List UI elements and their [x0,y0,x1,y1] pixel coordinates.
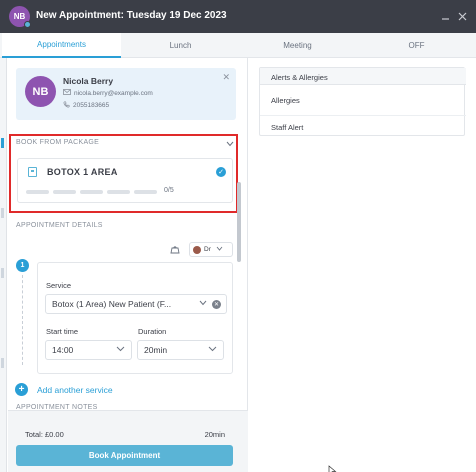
mail-icon [63,89,71,97]
chevron-down-icon [116,345,125,354]
chevron-down-icon [199,299,207,308]
package-card[interactable]: BOTOX 1 AREA ✓ 0/5 [17,158,233,203]
status-dot [24,21,31,28]
total-duration: 20min [204,430,225,439]
add-service-label: Add another service [37,384,113,395]
package-usage-count: 0/5 [164,187,174,194]
client-avatar-small: NB [9,6,31,28]
chevron-down-icon [208,345,217,354]
tab-bar: Appointments Lunch Meeting OFF [0,33,476,58]
chevron-down-icon [216,246,223,253]
alerts-title: Alerts & Allergies [271,73,328,82]
new-appointment-window: NB New Appointment: Tuesday 19 Dec 2023 … [0,0,476,472]
add-another-service-button[interactable]: + Add another service [15,383,113,396]
duration-value: 20min [144,345,168,355]
book-appointment-button[interactable]: Book Appointment [16,445,233,466]
form-scrollbar[interactable] [237,182,241,262]
client-phone-row: 2055183665 [63,101,109,110]
total-price: Total: £0.00 [25,430,64,439]
tab-off[interactable]: OFF [357,33,476,58]
alerts-item-allergies[interactable]: Allergies [271,96,300,105]
left-edge-strip [0,58,7,472]
minimize-icon[interactable] [439,10,451,22]
staff-select[interactable]: Dr [189,242,233,257]
client-email: nicola.berry@example.com [74,89,153,97]
edge-marker [1,358,4,368]
duration-label: Duration [138,327,167,336]
alerts-card: Alerts & Allergies Allergies Staff Alert [259,67,466,136]
service-block: Service Botox (1 Area) New Patient (F...… [37,262,233,374]
client-avatar: NB [25,76,56,107]
tab-appointments[interactable]: Appointments [2,33,121,58]
tab-lunch[interactable]: Lunch [121,33,240,58]
staff-name: Dr [204,246,211,253]
client-phone: 2055183665 [73,102,110,109]
client-card: NB Nicola Berry nicola.berry@example.com… [16,68,236,120]
alerts-header: Alerts & Allergies [260,68,466,85]
package-usage-segment [134,190,157,194]
alerts-item-staff-alert[interactable]: Staff Alert [271,123,303,132]
edge-marker [1,268,4,278]
alerts-panel: Alerts & Allergies Allergies Staff Alert [249,58,476,472]
close-icon[interactable] [456,10,468,22]
service-label: Service [46,281,72,290]
check-icon[interactable]: ✓ [216,167,226,177]
divider [260,115,466,116]
package-icon [28,167,37,177]
window-title: New Appointment: Tuesday 19 Dec 2023 [36,10,227,21]
staff-avatar [193,245,201,254]
duration-select[interactable]: 20min [137,340,224,360]
package-usage-segment [107,190,130,194]
service-value: Botox (1 Area) New Patient (F... [52,299,172,309]
mouse-cursor-icon [328,462,338,472]
package-usage-segment [53,190,76,194]
plus-icon: + [15,383,28,396]
client-name: Nicola Berry [63,76,114,86]
package-name: BOTOX 1 AREA [47,167,118,177]
start-time-label: Start time [46,327,79,336]
service-step-number: 1 [16,259,29,272]
tab-meeting[interactable]: Meeting [238,33,357,58]
clear-service-icon[interactable]: ✕ [212,300,221,309]
title-bar: NB New Appointment: Tuesday 19 Dec 2023 [0,0,476,33]
remove-client-icon[interactable]: ✕ [222,72,230,83]
start-time-value: 14:00 [52,345,74,355]
package-usage-segment [26,190,49,194]
staff-filter-icon[interactable] [170,245,180,254]
phone-icon [63,101,70,110]
edge-marker [1,138,4,148]
appointment-details-label: APPOINTMENT DETAILS [16,222,103,229]
package-usage-segment [80,190,103,194]
form-footer: Total: £0.00 20min Book Appointment [8,410,248,472]
start-time-select[interactable]: 14:00 [45,340,132,360]
edge-marker [1,208,4,218]
step-connector [22,275,23,365]
client-avatar-initials: NB [13,12,26,21]
service-select[interactable]: Botox (1 Area) New Patient (F... ✕ [45,294,227,314]
client-email-row: nicola.berry@example.com [63,89,153,97]
